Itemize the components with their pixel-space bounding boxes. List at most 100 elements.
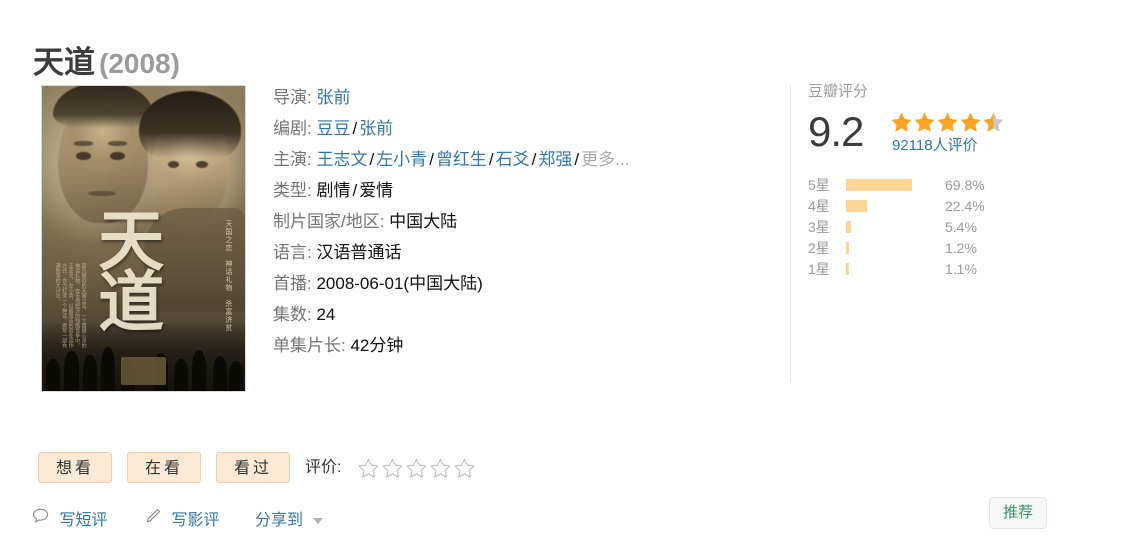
watching-button[interactable]: 在看: [127, 452, 201, 483]
rating-bar-fill: [846, 179, 912, 192]
rating-bar-label: 2星: [808, 239, 830, 256]
poster-image[interactable]: 超凡脱俗的天国之恋，一个震撼心灵的神话礼物，在市场经济的残酷竞争中，王志文、左小…: [42, 86, 245, 391]
info-label: 类型:: [273, 181, 317, 200]
movie-title: 天道: [33, 44, 95, 80]
info-value: 24: [316, 305, 336, 324]
info-label: 编剧:: [273, 119, 317, 138]
info-separator: /: [488, 150, 494, 169]
rating-bar-fill: [846, 242, 849, 255]
rate-star[interactable]: [381, 457, 404, 479]
rating-score: 9.2: [808, 108, 864, 155]
info-value: 爱情: [359, 181, 394, 200]
info-link[interactable]: 曾红生: [436, 150, 487, 169]
poster-link[interactable]: 超凡脱俗的天国之恋，一个震撼心灵的神话礼物，在市场经济的残酷竞争中，王志文、左小…: [42, 86, 245, 391]
info-row: 制片国家/地区: 中国大陆: [273, 206, 773, 237]
rating-star: [890, 111, 913, 133]
rating-stars: [890, 111, 1005, 133]
rating-bar-track: [846, 179, 940, 192]
rating-bar-percent: 22.4%: [945, 197, 985, 214]
info-link[interactable]: 郑强: [538, 150, 572, 169]
action-bar: 想看 在看 看过 评价:: [0, 452, 1122, 496]
rating-bar-track: [846, 200, 940, 213]
rate-star[interactable]: [429, 457, 452, 479]
rating-count[interactable]: 92118人评价: [892, 136, 978, 156]
rating-bar-label: 4星: [808, 197, 830, 214]
rating-bar-track: [846, 242, 940, 255]
page-title: 天道 (2008): [33, 37, 180, 82]
rate-star[interactable]: [453, 457, 476, 479]
rate-star[interactable]: [357, 457, 380, 479]
info-row: 类型: 剧情 / 爱情: [273, 175, 773, 206]
info-label: 单集片长:: [273, 336, 351, 355]
info-link[interactable]: 石爻: [496, 150, 530, 169]
rating-distribution: 5星 69.8% 4星 22.4% 3星 5.4% 2星 1.2% 1星 1.1%: [808, 174, 1098, 279]
section-divider: [790, 84, 791, 382]
rating-summary: 9.2 92118人评价: [808, 108, 1098, 160]
rating-star: [982, 111, 1005, 133]
info-separator: /: [352, 181, 358, 200]
share-dropdown[interactable]: 分享到: [255, 508, 324, 534]
poster-title-char-bottom: 道: [98, 263, 165, 341]
info-row: 主演: 王志文 / 左小青 / 曾红生 / 石爻 / 郑强 / 更多...: [273, 144, 773, 175]
info-row: 导演: 张前: [273, 82, 773, 113]
recommend-button[interactable]: 推荐: [989, 497, 1047, 529]
info-label: 导演:: [273, 88, 317, 107]
rate-label: 评价:: [305, 459, 342, 476]
rating-bar-track: [846, 221, 940, 234]
info-value: 剧情: [316, 181, 351, 200]
write-review-label: 写影评: [171, 512, 220, 530]
info-row: 集数: 24: [273, 299, 773, 330]
share-label: 分享到: [255, 512, 304, 529]
info-link[interactable]: 豆豆: [316, 119, 350, 138]
poster-tagline: 天国之恋 神话礼物 杀富济贫: [224, 220, 232, 333]
rating-bar-percent: 69.8%: [945, 176, 985, 193]
watched-button[interactable]: 看过: [216, 452, 290, 483]
info-link[interactable]: 王志文: [316, 150, 367, 169]
poster-hair-female: [139, 91, 242, 159]
rating-bar-percent: 5.4%: [945, 218, 977, 235]
poster-brow-right: [108, 141, 127, 147]
info-more-link[interactable]: 更多...: [581, 150, 629, 169]
rating-bar-percent: 1.2%: [945, 239, 977, 256]
info-link[interactable]: 张前: [316, 88, 350, 107]
poster-mouth: [87, 191, 117, 197]
rating-star: [959, 111, 982, 133]
info-label: 语言:: [273, 243, 317, 262]
write-comment-link[interactable]: 写短评: [32, 508, 107, 534]
poster-eye-right: [110, 151, 126, 161]
rate-star[interactable]: [405, 457, 428, 479]
write-comment-label: 写短评: [59, 512, 108, 530]
poster-eye-right-female: [196, 160, 208, 168]
rating-bar-row: 2星 1.2%: [808, 237, 1098, 258]
info-value: 汉语普通话: [316, 243, 402, 262]
rate-star-picker[interactable]: [357, 457, 477, 479]
rating-bar-fill: [846, 221, 852, 234]
rating-bar-row: 1星 1.1%: [808, 258, 1098, 279]
info-value: 中国大陆: [389, 212, 458, 231]
bottom-toolbar: 写短评 写影评 分享到 推荐: [0, 497, 1122, 544]
rating-bar-row: 3星 5.4%: [808, 216, 1098, 237]
info-value: 2008-06-01(中国大陆): [316, 274, 483, 293]
write-review-link[interactable]: 写影评: [145, 508, 219, 534]
info-link[interactable]: 张前: [359, 119, 393, 138]
info-row: 语言: 汉语普通话: [273, 237, 773, 268]
rating-bar-fill: [846, 263, 849, 276]
info-label: 集数:: [273, 305, 317, 324]
rating-bar-row: 4星 22.4%: [808, 195, 1098, 216]
rating-heading: 豆瓣评分: [808, 83, 869, 100]
rating-star: [913, 111, 936, 133]
poster-altar: [121, 357, 166, 385]
info-link[interactable]: 左小青: [376, 150, 427, 169]
info-separator: /: [429, 150, 434, 169]
poster-brow-left: [74, 141, 94, 147]
info-row: 首播: 2008-06-01(中国大陆): [273, 268, 773, 299]
info-separator: /: [574, 150, 580, 169]
speech-bubble-icon: [32, 507, 49, 533]
movie-info: 导演: 张前 编剧: 豆豆 / 张前 主演: 王志文 / 左小青 / 曾红生 / 石爻 / 郑强 / 更多.…: [273, 82, 773, 361]
info-label: 制片国家/地区:: [273, 212, 390, 231]
rating-bar-label: 5星: [808, 176, 830, 193]
rating-section: 豆瓣评分 9.2 92118人评价 5星 69.8% 4星 22.4% 3星 5.4% 2星…: [808, 82, 1098, 279]
poster-eye-left: [76, 151, 92, 161]
wish-button[interactable]: 想看: [38, 452, 112, 483]
rating-bar-label: 1星: [808, 260, 830, 277]
